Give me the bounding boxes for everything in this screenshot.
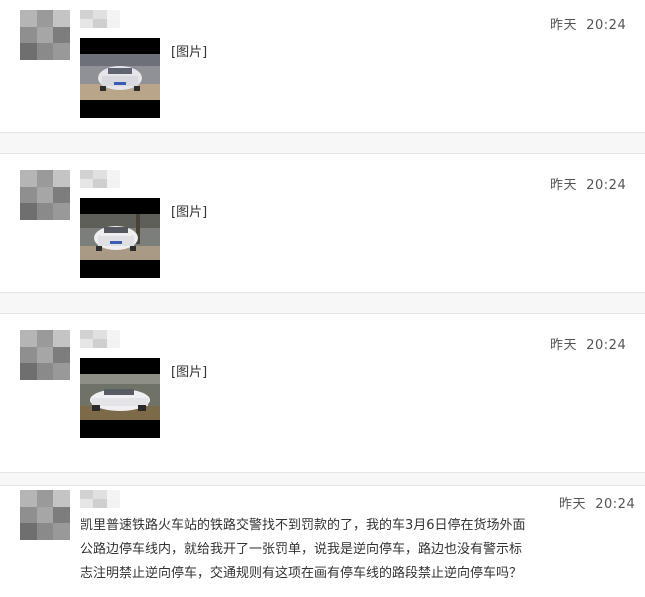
avatar[interactable] <box>20 490 70 540</box>
post-2: 昨天 20:24 [图片] <box>0 154 645 292</box>
avatar[interactable] <box>20 10 70 60</box>
separator <box>0 132 645 154</box>
image-tag: [图片] <box>171 45 208 60</box>
image-thumbnail[interactable] <box>80 198 160 278</box>
separator <box>0 292 645 314</box>
post-time: 昨天 20:24 <box>559 497 636 512</box>
car-photo <box>80 214 160 260</box>
separator <box>0 472 645 486</box>
avatar[interactable] <box>20 170 70 220</box>
post-3: 昨天 20:24 [图片] <box>0 314 645 472</box>
username[interactable] <box>80 170 120 188</box>
image-thumbnail[interactable] <box>80 358 160 438</box>
username[interactable] <box>80 10 120 28</box>
post-1: 昨天 20:24 [图片] <box>0 0 645 132</box>
username[interactable] <box>80 490 120 508</box>
avatar[interactable] <box>20 330 70 380</box>
car-photo <box>80 54 160 100</box>
post-text-line: 公路边停车线内，就给我开了一张罚单，说我是逆向停车，路边也没有警示标 <box>80 542 523 557</box>
image-tag: [图片] <box>171 365 208 380</box>
post-time: 昨天 20:24 <box>550 178 627 193</box>
car-photo <box>80 374 160 420</box>
post-text-line: 凯里普速铁路火车站的铁路交警找不到罚款的了，我的车3月6日停在货场外面 <box>80 518 526 533</box>
post-time: 昨天 20:24 <box>550 338 627 353</box>
post-text: 凯里普速铁路火车站的铁路交警找不到罚款的了，我的车3月6日停在货场外面 公路边停… <box>80 514 580 586</box>
post-time: 昨天 20:24 <box>550 18 627 33</box>
image-thumbnail[interactable] <box>80 38 160 118</box>
username[interactable] <box>80 330 120 348</box>
image-tag: [图片] <box>171 205 208 220</box>
post-text-line: 志注明禁止逆向停车，交通规则有这项在画有停车线的路段禁止逆向停车吗？ <box>80 566 523 581</box>
